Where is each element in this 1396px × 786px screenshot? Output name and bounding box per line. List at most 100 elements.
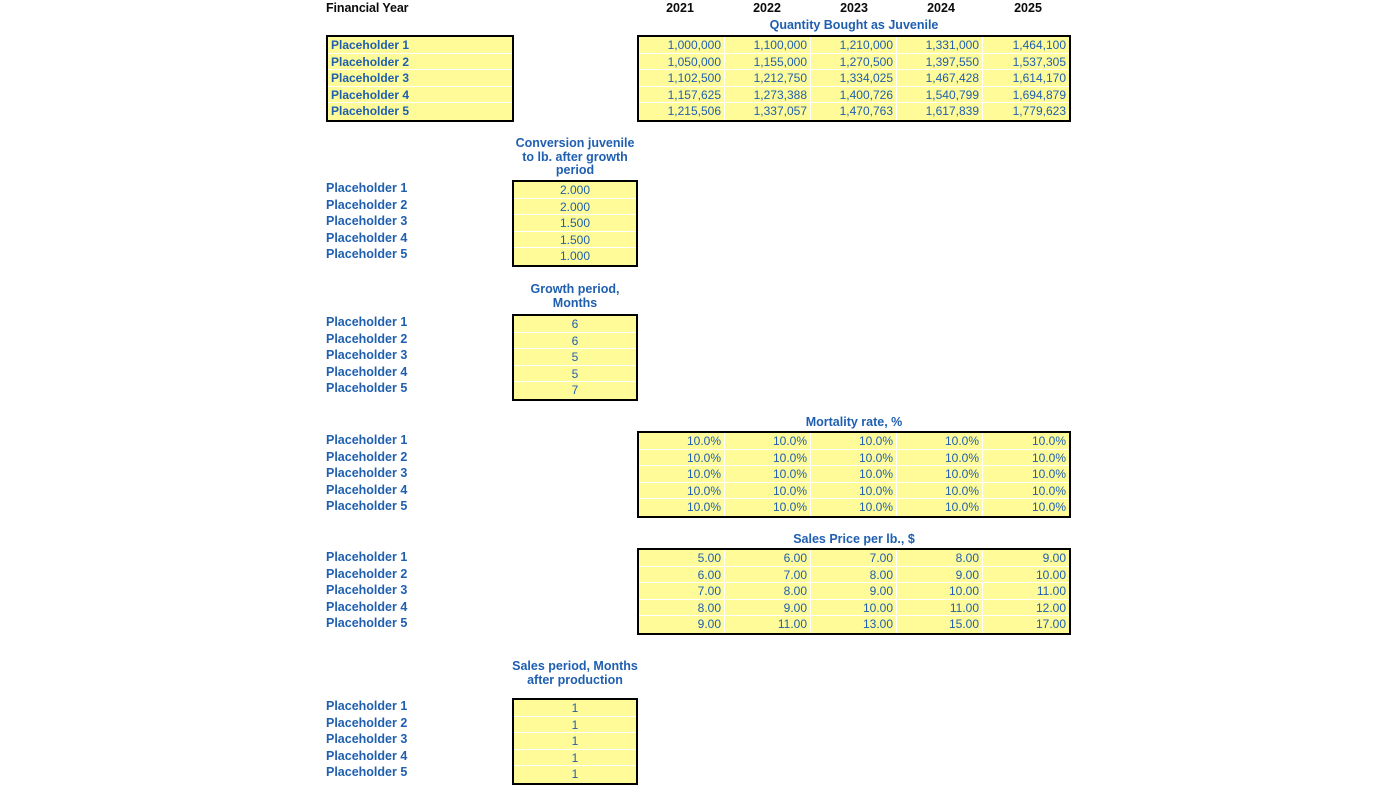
table-row[interactable]: 1,000,000 1,100,000 1,210,000 1,331,000 1,46… bbox=[639, 37, 1069, 54]
data-grid-growth-period-months[interactable]: 66557 bbox=[512, 314, 638, 401]
data-cell[interactable]: 1,155,000 bbox=[725, 53, 811, 70]
data-cell[interactable]: 10.0% bbox=[725, 433, 811, 449]
table-row[interactable]: 6 bbox=[514, 333, 636, 350]
data-cell[interactable]: 1,334,025 bbox=[811, 70, 897, 86]
data-cell[interactable]: 11.00 bbox=[983, 583, 1069, 599]
table-row[interactable]: 1 bbox=[514, 700, 636, 717]
data-cell[interactable]: 11.00 bbox=[725, 616, 811, 633]
data-cell[interactable]: 10.0% bbox=[639, 499, 725, 516]
data-cell[interactable]: 10.00 bbox=[983, 567, 1069, 583]
data-cell[interactable]: 1,212,750 bbox=[725, 70, 811, 86]
table-row[interactable]: Placeholder 4 bbox=[328, 87, 512, 104]
data-cell[interactable]: 10.00 bbox=[811, 599, 897, 616]
table-row[interactable]: Placeholder 3 bbox=[328, 70, 512, 87]
data-cell[interactable]: 7.00 bbox=[811, 550, 897, 566]
data-cell[interactable]: 1,270,500 bbox=[811, 53, 897, 70]
data-grid-sales-period-months[interactable]: 11111 bbox=[512, 698, 638, 785]
data-cell[interactable]: 9.00 bbox=[725, 599, 811, 616]
data-cell[interactable]: 1,464,100 bbox=[983, 37, 1069, 53]
data-cell[interactable]: 10.0% bbox=[725, 449, 811, 466]
table-row[interactable]: 2.000 bbox=[514, 199, 636, 216]
data-cell[interactable]: 1,050,000 bbox=[639, 53, 725, 70]
data-cell[interactable]: 10.0% bbox=[811, 466, 897, 482]
table-row[interactable]: 5 bbox=[514, 349, 636, 366]
table-row[interactable]: 10.0% 10.0% 10.0% 10.0% 10.0% bbox=[639, 449, 1069, 467]
data-cell[interactable]: 1.000 bbox=[514, 248, 636, 265]
table-row[interactable]: 1,102,500 1,212,750 1,334,025 1,467,428 1,61… bbox=[639, 70, 1069, 87]
data-cell[interactable]: 8.00 bbox=[897, 550, 983, 566]
data-cell[interactable]: 1 bbox=[514, 750, 636, 766]
table-row[interactable]: 1 bbox=[514, 717, 636, 734]
row-label-cell[interactable]: Placeholder 3 bbox=[328, 70, 512, 86]
data-cell[interactable]: 10.0% bbox=[811, 433, 897, 449]
data-cell[interactable]: 1,100,000 bbox=[725, 37, 811, 53]
table-row[interactable]: 7 bbox=[514, 382, 636, 399]
data-cell[interactable]: 13.00 bbox=[811, 616, 897, 633]
table-row[interactable]: 8.00 9.00 10.00 11.00 12.00 bbox=[639, 599, 1069, 617]
data-cell[interactable]: 1,694,879 bbox=[983, 87, 1069, 103]
data-cell[interactable]: 1,000,000 bbox=[639, 37, 725, 53]
data-cell[interactable]: 1,337,057 bbox=[725, 103, 811, 120]
data-cell[interactable]: 7 bbox=[514, 382, 636, 399]
data-cell[interactable]: 1,331,000 bbox=[897, 37, 983, 53]
data-cell[interactable]: 7.00 bbox=[639, 583, 725, 599]
row-label-cell[interactable]: Placeholder 1 bbox=[328, 37, 512, 53]
data-grid-quantity-bought-as-juvenile[interactable]: 1,000,000 1,100,000 1,210,000 1,331,000 1,46… bbox=[637, 35, 1071, 122]
table-row[interactable]: 10.0% 10.0% 10.0% 10.0% 10.0% bbox=[639, 482, 1069, 500]
data-cell[interactable]: 8.00 bbox=[639, 599, 725, 616]
data-cell[interactable]: 10.0% bbox=[725, 499, 811, 516]
data-cell[interactable]: 1,210,000 bbox=[811, 37, 897, 53]
data-cell[interactable]: 2.000 bbox=[514, 182, 636, 198]
data-cell[interactable]: 1,397,550 bbox=[897, 53, 983, 70]
data-cell[interactable]: 10.0% bbox=[897, 449, 983, 466]
data-cell[interactable]: 1,779,623 bbox=[983, 103, 1069, 120]
row-label-cell[interactable]: Placeholder 4 bbox=[328, 87, 512, 103]
table-row[interactable]: 5 bbox=[514, 366, 636, 383]
data-cell[interactable]: 10.0% bbox=[639, 433, 725, 449]
data-cell[interactable]: 9.00 bbox=[897, 566, 983, 583]
table-row[interactable]: 6 bbox=[514, 316, 636, 333]
data-cell[interactable]: 1,614,170 bbox=[983, 70, 1069, 86]
table-row[interactable]: 1,215,506 1,337,057 1,470,763 1,617,839 1,77… bbox=[639, 103, 1069, 120]
data-cell[interactable]: 1.500 bbox=[514, 232, 636, 248]
data-cell[interactable]: 10.0% bbox=[639, 449, 725, 466]
data-cell[interactable]: 1,470,763 bbox=[811, 103, 897, 120]
table-row[interactable]: Placeholder 5 bbox=[328, 103, 512, 120]
data-cell[interactable]: 1 bbox=[514, 717, 636, 733]
data-cell[interactable]: 1,540,799 bbox=[897, 86, 983, 103]
data-cell[interactable]: 15.00 bbox=[897, 616, 983, 633]
data-cell[interactable]: 10.0% bbox=[725, 482, 811, 499]
data-cell[interactable]: 1,273,388 bbox=[725, 86, 811, 103]
table-row[interactable]: 1 bbox=[514, 750, 636, 767]
data-cell[interactable]: 5 bbox=[514, 349, 636, 365]
data-cell[interactable]: 10.0% bbox=[897, 499, 983, 516]
data-grid-conversion-juvenile-to-lb[interactable]: 2.000 2.000 1.500 1.500 1.000 bbox=[512, 180, 638, 267]
data-cell[interactable]: 1,215,506 bbox=[639, 103, 725, 120]
data-cell[interactable]: 6 bbox=[514, 333, 636, 349]
row-label-cell[interactable]: Placeholder 5 bbox=[328, 103, 512, 120]
data-cell[interactable]: 10.0% bbox=[897, 433, 983, 449]
data-cell[interactable]: 8.00 bbox=[725, 583, 811, 599]
data-cell[interactable]: 1,400,726 bbox=[811, 86, 897, 103]
data-cell[interactable]: 6 bbox=[514, 316, 636, 332]
table-row[interactable]: 2.000 bbox=[514, 182, 636, 199]
table-row[interactable]: 1.000 bbox=[514, 248, 636, 265]
data-cell[interactable]: 8.00 bbox=[811, 566, 897, 583]
data-cell[interactable]: 1,157,625 bbox=[639, 86, 725, 103]
table-row[interactable]: Placeholder 2 bbox=[328, 54, 512, 71]
data-cell[interactable]: 11.00 bbox=[897, 599, 983, 616]
data-cell[interactable]: 6.00 bbox=[725, 550, 811, 566]
data-cell[interactable]: 7.00 bbox=[725, 566, 811, 583]
table-row[interactable]: 7.00 8.00 9.00 10.00 11.00 bbox=[639, 583, 1069, 600]
data-cell[interactable]: 10.0% bbox=[983, 450, 1069, 466]
table-row[interactable]: 5.00 6.00 7.00 8.00 9.00 bbox=[639, 550, 1069, 567]
table-row[interactable]: 6.00 7.00 8.00 9.00 10.00 bbox=[639, 566, 1069, 584]
data-cell[interactable]: 10.0% bbox=[983, 433, 1069, 449]
data-cell[interactable]: 1.500 bbox=[514, 215, 636, 231]
table-row[interactable]: 1.500 bbox=[514, 215, 636, 232]
data-cell[interactable]: 1 bbox=[514, 700, 636, 716]
table-row[interactable]: 10.0% 10.0% 10.0% 10.0% 10.0% bbox=[639, 499, 1069, 516]
data-cell[interactable]: 10.0% bbox=[897, 482, 983, 499]
data-cell[interactable]: 10.0% bbox=[811, 499, 897, 516]
data-cell[interactable]: 10.0% bbox=[983, 466, 1069, 482]
